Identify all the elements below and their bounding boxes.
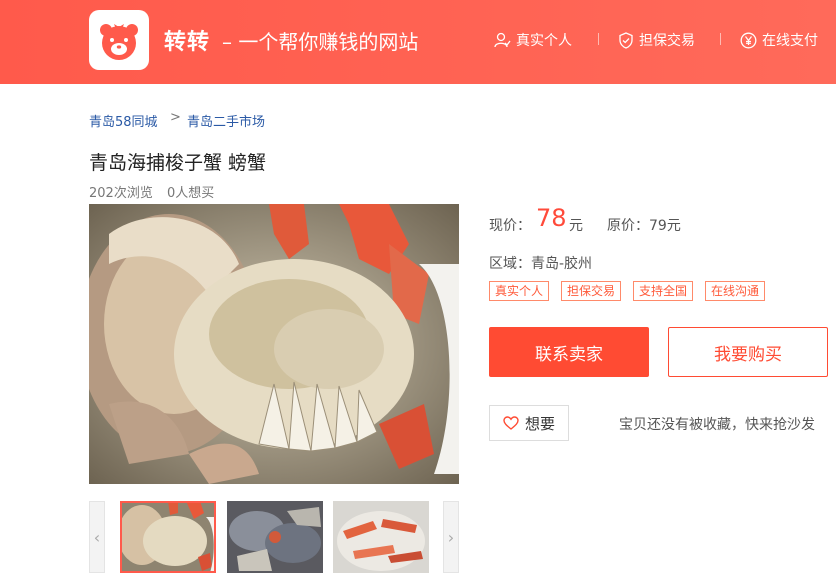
current-price: 78 bbox=[536, 204, 567, 232]
feature-real-person: 真实个人 bbox=[494, 30, 572, 50]
product-main-image[interactable] bbox=[89, 204, 459, 484]
want-button[interactable]: 想要 bbox=[489, 405, 569, 441]
breadcrumb-market[interactable]: 青岛二手市场 bbox=[187, 111, 265, 130]
feature-label: 真实个人 bbox=[516, 33, 572, 49]
tag-nationwide: 支持全国 bbox=[633, 281, 694, 301]
crab-thumbnail-image bbox=[333, 501, 429, 573]
breadcrumb-city[interactable]: 青岛58同城 bbox=[89, 111, 158, 130]
thumbnail-3[interactable] bbox=[333, 501, 429, 573]
header-divider bbox=[720, 33, 721, 45]
heart-icon bbox=[503, 416, 519, 430]
shield-icon bbox=[619, 31, 633, 49]
price-unit: 元 bbox=[569, 218, 583, 234]
product-stats: 202次浏览 0人想买 bbox=[89, 182, 214, 201]
site-slogan: – 一个帮你赚钱的网站 bbox=[222, 30, 419, 54]
want-count: 0人想买 bbox=[166, 186, 215, 201]
thumbnail-prev-button[interactable]: ‹ bbox=[89, 501, 105, 573]
crab-thumbnail-image bbox=[227, 501, 323, 573]
feature-guarantee: 担保交易 bbox=[618, 30, 695, 50]
favorite-hint: 宝贝还没有被收藏，快来抢沙发 bbox=[619, 417, 815, 433]
thumbnail-1[interactable] bbox=[120, 501, 216, 573]
view-count: 202次浏览 bbox=[89, 186, 153, 201]
yen-circle-icon bbox=[740, 32, 757, 48]
want-button-label: 想要 bbox=[524, 414, 555, 433]
original-price: 原价：79元 bbox=[607, 218, 681, 234]
breadcrumb-separator: > bbox=[170, 110, 181, 125]
tag-real-person: 真实个人 bbox=[489, 281, 550, 301]
crab-thumbnail-image bbox=[120, 501, 216, 573]
site-header: 转转 – 一个帮你赚钱的网站 真实个人 担保交易 在线支付 bbox=[0, 0, 836, 84]
brand-name: 转转 bbox=[164, 30, 211, 55]
header-divider bbox=[598, 33, 599, 45]
feature-online-pay: 在线支付 bbox=[740, 30, 818, 50]
bear-logo-icon bbox=[100, 24, 138, 60]
contact-seller-button[interactable]: 联系卖家 bbox=[489, 327, 649, 377]
product-title: 青岛海捕梭子蟹 螃蟹 bbox=[89, 152, 267, 174]
feature-label: 在线支付 bbox=[762, 33, 818, 49]
person-check-icon bbox=[494, 32, 511, 47]
region-info: 区域：青岛-胶州 bbox=[489, 256, 593, 272]
tag-guarantee: 担保交易 bbox=[561, 281, 622, 301]
crab-photo bbox=[89, 204, 459, 484]
thumbnail-2[interactable] bbox=[227, 501, 323, 573]
feature-label: 担保交易 bbox=[639, 33, 695, 49]
buy-button[interactable]: 我要购买 bbox=[668, 327, 828, 377]
price-label: 现价： bbox=[489, 218, 531, 234]
thumbnail-next-button[interactable]: › bbox=[443, 501, 459, 573]
site-logo[interactable] bbox=[89, 10, 149, 70]
tag-online-chat: 在线沟通 bbox=[705, 281, 766, 301]
